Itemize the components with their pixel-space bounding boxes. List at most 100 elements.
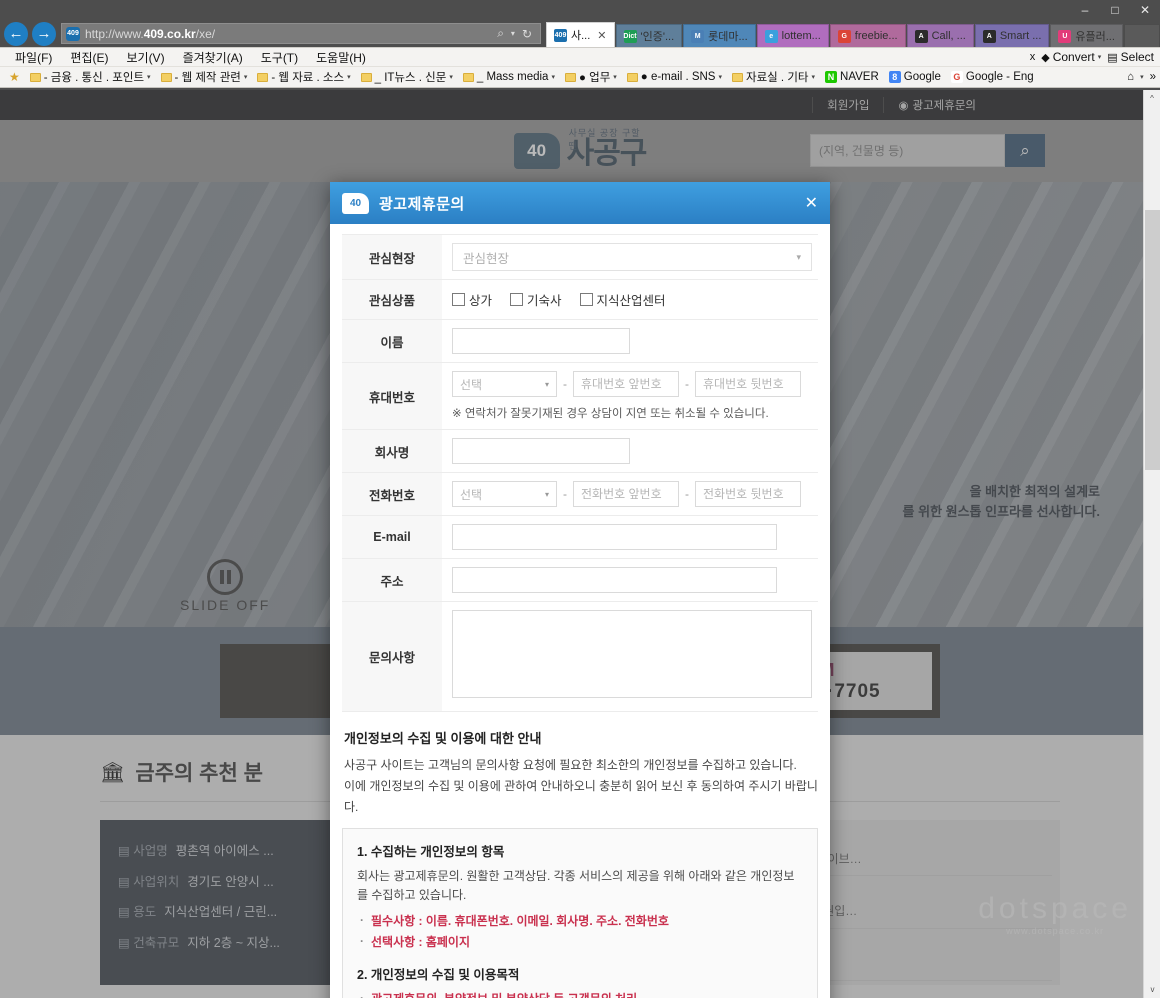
address-input[interactable] bbox=[452, 567, 777, 593]
favorite-item[interactable]: N NAVER bbox=[820, 71, 884, 83]
favorite-item[interactable]: _ Mass media ▾ bbox=[458, 71, 560, 83]
mobile-last-input[interactable] bbox=[695, 371, 801, 397]
modal-close-button[interactable]: ✕ bbox=[805, 193, 818, 213]
company-input[interactable] bbox=[452, 438, 630, 464]
chevron-down-icon[interactable]: ▾ bbox=[244, 73, 248, 81]
browser-tab[interactable]: e lottem... bbox=[756, 24, 829, 47]
browser-tab[interactable]: U 유플러... bbox=[1050, 24, 1123, 47]
chevron-down-icon[interactable]: ▾ bbox=[812, 73, 816, 81]
browser-tab[interactable]: M 롯데마... bbox=[683, 24, 756, 47]
menu-item[interactable]: 도움말(H) bbox=[307, 49, 375, 66]
menu-item[interactable]: 파일(F) bbox=[6, 49, 61, 66]
favorite-label: Google - Eng bbox=[965, 71, 1034, 83]
tab-favicon-icon: G bbox=[837, 29, 851, 43]
label-product: 관심상품 bbox=[342, 279, 442, 320]
favorite-item[interactable]: 자료실 . 기타 ▾ bbox=[727, 69, 820, 85]
form-row-site: 관심현장 관심현장 ▾ bbox=[342, 234, 818, 280]
chevron-down-icon[interactable]: ▾ bbox=[511, 29, 515, 38]
name-input[interactable] bbox=[452, 328, 630, 354]
back-icon[interactable]: ← bbox=[4, 21, 28, 46]
favorite-label: NAVER bbox=[840, 71, 879, 83]
overflow-chevrons-icon[interactable]: » bbox=[1150, 71, 1156, 83]
inquiry-textarea[interactable] bbox=[452, 610, 812, 698]
tab-label: freebie... bbox=[854, 30, 898, 42]
privacy-policy-box[interactable]: 1. 수집하는 개인정보의 항목 회사는 광고제휴문의. 원활한 고객상담. 각종… bbox=[342, 828, 818, 998]
phone-last-input[interactable] bbox=[695, 481, 801, 507]
menu-item[interactable]: 즐겨찾기(A) bbox=[174, 49, 252, 66]
toolbar-label: Convert bbox=[1052, 50, 1095, 64]
page-scrollbar[interactable]: ^ v bbox=[1143, 90, 1160, 998]
phone-mid-input[interactable] bbox=[573, 481, 679, 507]
tab-close-icon[interactable]: ✕ bbox=[597, 29, 606, 42]
browser-tab[interactable]: A Call, ... bbox=[906, 24, 974, 47]
maximize-icon[interactable]: □ bbox=[1100, 0, 1130, 20]
new-tab-button[interactable] bbox=[1123, 24, 1160, 47]
scroll-up-icon[interactable]: ^ bbox=[1144, 90, 1160, 107]
tab-label: lottem... bbox=[781, 30, 821, 42]
forward-icon[interactable]: → bbox=[32, 21, 56, 46]
tab-label: Smart ... bbox=[999, 30, 1042, 42]
tab-label: 사... bbox=[571, 30, 591, 42]
chevron-down-icon[interactable]: ▾ bbox=[1140, 73, 1144, 81]
scroll-down-icon[interactable]: v bbox=[1144, 981, 1160, 998]
navigation-bar: ← → 409 http://www.409.co.kr/xe/ ⌕ ▾ ↻ 4… bbox=[0, 20, 1160, 47]
favorite-item[interactable]: - 웹 제작 관련 ▾ bbox=[156, 69, 253, 85]
window-controls: – □ ✕ bbox=[1070, 0, 1160, 20]
favorite-item[interactable]: ● e-mail . SNS ▾ bbox=[622, 71, 727, 83]
mobile-note: ※ 연락처가 잘못기재된 경우 상담이 지연 또는 취소될 수 있습니다. bbox=[452, 408, 769, 420]
modal-title: 광고제휴문의 bbox=[379, 195, 465, 213]
product-checkbox-option[interactable]: 기숙사 bbox=[510, 290, 562, 309]
checkbox[interactable] bbox=[579, 293, 593, 306]
checkbox[interactable] bbox=[452, 293, 465, 306]
favorite-item[interactable]: _ IT뉴스 . 신문 ▾ bbox=[356, 69, 458, 85]
privacy-bullet: 필수사항 : 이름. 휴대폰번호. 이메일. 회사명. 주소. 전화번호 bbox=[357, 911, 803, 931]
add-favorite-icon[interactable]: ★ bbox=[4, 70, 25, 84]
home-favorite-icon[interactable]: ⌂ bbox=[1127, 71, 1134, 83]
favorite-item[interactable]: G Google - Eng bbox=[946, 71, 1039, 83]
address-bar[interactable]: 409 http://www.409.co.kr/xe/ ⌕ ▾ ↻ bbox=[61, 23, 541, 44]
toolbar-close-icon[interactable]: x bbox=[1030, 51, 1036, 63]
chevron-down-icon[interactable]: ▾ bbox=[347, 73, 351, 81]
browser-tab[interactable]: 409 사... ✕ bbox=[546, 22, 615, 47]
menu-item[interactable]: 보기(V) bbox=[117, 49, 173, 66]
favorite-label: Google bbox=[903, 71, 941, 83]
phone-prefix-select[interactable]: 선택 ▾ bbox=[452, 481, 557, 507]
chevron-down-icon[interactable]: ▾ bbox=[718, 73, 722, 81]
modal-logo-icon: 40 bbox=[342, 192, 369, 214]
scrollbar-thumb[interactable] bbox=[1145, 210, 1160, 470]
refresh-icon[interactable]: ↻ bbox=[522, 27, 532, 41]
product-checkbox-option[interactable]: 지식산업센터 bbox=[579, 290, 666, 309]
mobile-mid-input[interactable] bbox=[573, 371, 679, 397]
menu-item[interactable]: 도구(T) bbox=[252, 49, 307, 66]
search-icon[interactable]: ⌕ bbox=[497, 26, 504, 41]
chevron-down-icon[interactable]: ▾ bbox=[147, 73, 151, 81]
checkbox-label: 상가 bbox=[469, 294, 493, 308]
toolbar-label: Select bbox=[1120, 50, 1154, 64]
browser-tab[interactable]: A Smart ... bbox=[974, 24, 1050, 47]
chevron-down-icon[interactable]: ▾ bbox=[449, 73, 453, 81]
toolbar-convert[interactable]: ◆ Convert ▾ bbox=[1041, 50, 1101, 64]
tab-label: 롯데마... bbox=[708, 31, 748, 43]
favorite-item[interactable]: - 웹 자료 . 소스 ▾ bbox=[252, 69, 355, 85]
chevron-down-icon[interactable]: ▾ bbox=[551, 73, 555, 81]
close-window-icon[interactable]: ✕ bbox=[1130, 0, 1160, 20]
chevron-down-icon[interactable]: ▾ bbox=[1098, 53, 1102, 61]
favorite-item[interactable]: - 금융 . 통신 . 포인트 ▾ bbox=[25, 69, 156, 85]
minimize-icon[interactable]: – bbox=[1070, 0, 1100, 20]
product-checkbox-option[interactable]: 상가 bbox=[452, 290, 492, 309]
checkbox[interactable] bbox=[510, 293, 524, 306]
chevron-down-icon[interactable]: ▾ bbox=[613, 73, 617, 81]
menu-bar-right-tools: x ◆ Convert ▾ ▤ Select bbox=[1030, 50, 1160, 64]
mobile-prefix-select[interactable]: 선택 ▾ bbox=[452, 371, 557, 397]
toolbar-select[interactable]: ▤ Select bbox=[1107, 50, 1154, 64]
privacy-section-heading: 1. 수집하는 개인정보의 항목 bbox=[357, 845, 505, 859]
menu-item[interactable]: 편집(E) bbox=[61, 49, 117, 66]
favorite-item[interactable]: 8 Google bbox=[884, 71, 946, 83]
favorite-item[interactable]: ● 업무 ▾ bbox=[560, 69, 622, 85]
browser-tab[interactable]: Dict '인증'... bbox=[615, 24, 683, 47]
privacy-heading: 개인정보의 수집 및 이용에 대한 안내 bbox=[344, 731, 542, 746]
browser-tab[interactable]: Gfreebie... bbox=[829, 24, 906, 47]
tab-label: Call, ... bbox=[931, 30, 966, 42]
site-select[interactable]: 관심현장 ▾ bbox=[452, 243, 812, 271]
email-input[interactable] bbox=[452, 524, 777, 550]
